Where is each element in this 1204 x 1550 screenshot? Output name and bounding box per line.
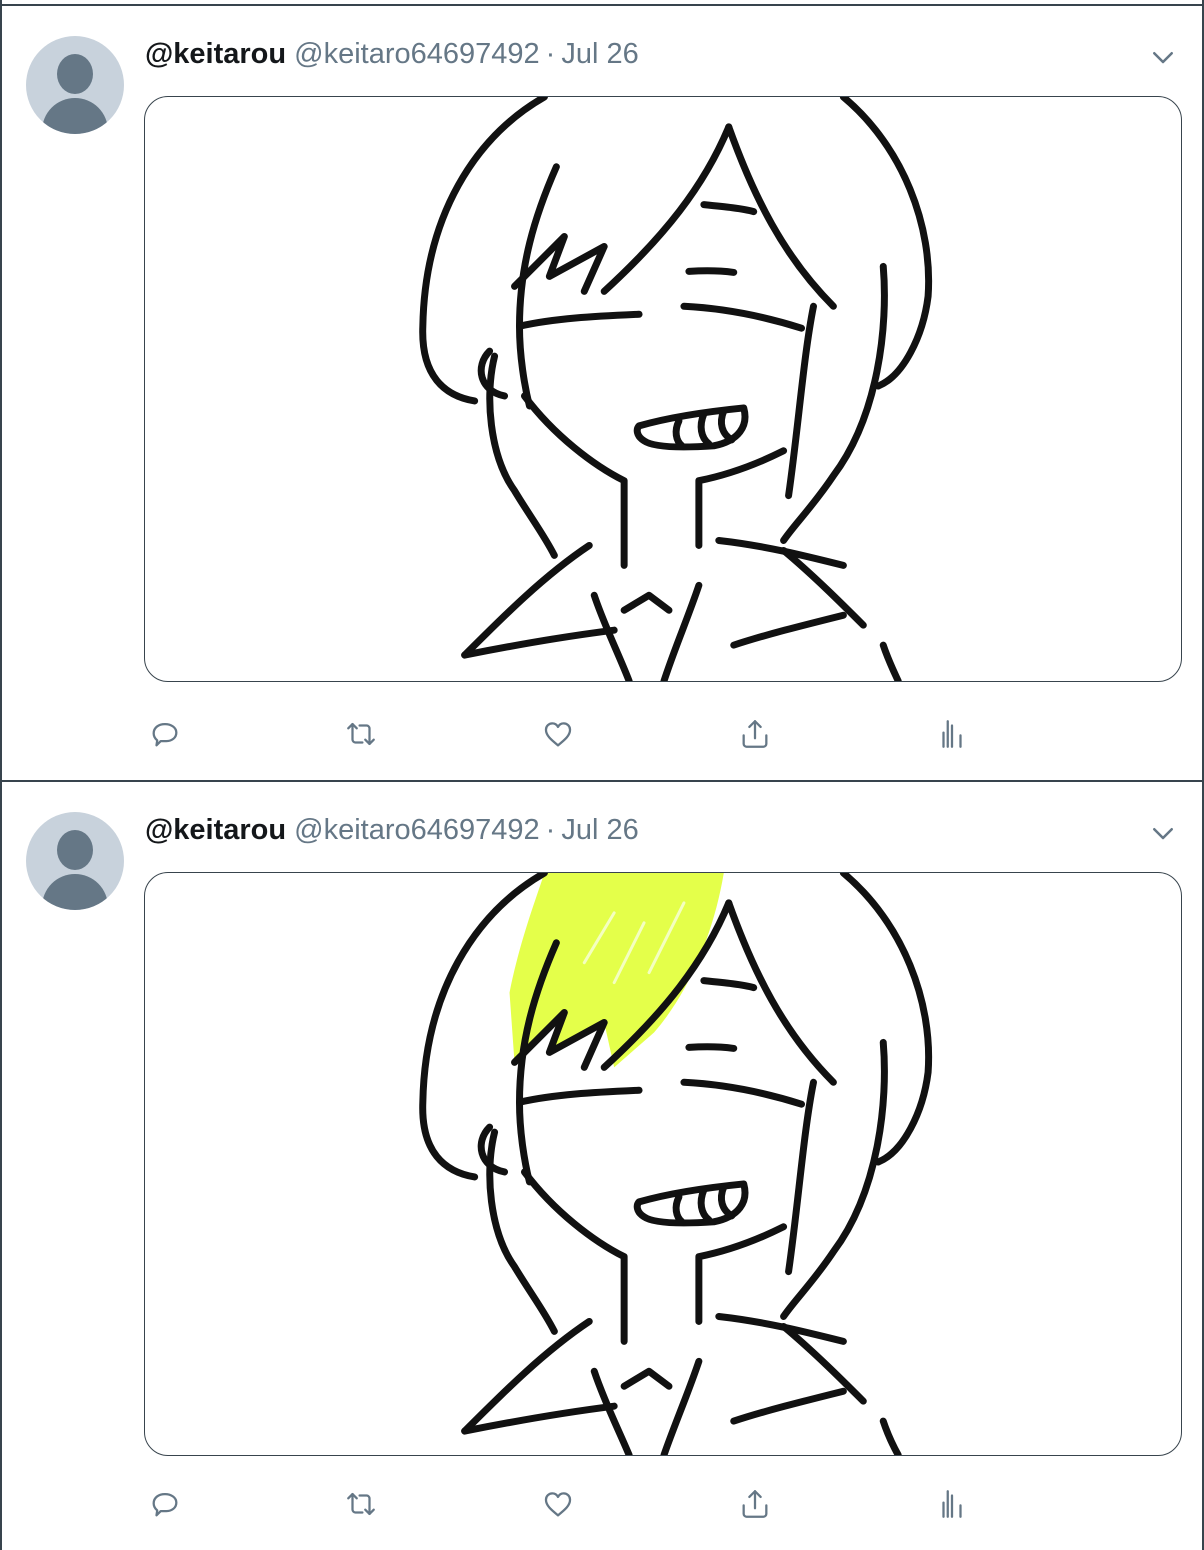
avatar-body-shape [42,874,108,910]
separator-dot: · [545,38,556,70]
drawing-colored-bangs-image [419,873,933,1455]
retweet-button[interactable] [341,1484,381,1524]
tweet-actions [145,714,1045,754]
tweet[interactable]: @keitarou @keitaro64697492 · Jul 26 [2,782,1202,1550]
avatar[interactable] [26,36,124,134]
tweet[interactable]: @keitarou @keitaro64697492 · Jul 26 [2,6,1202,782]
display-name[interactable]: @keitarou [145,814,286,846]
share-button[interactable] [735,1484,775,1524]
drawing-line-art-image [419,97,933,681]
avatar-head-shape [57,830,93,870]
reply-button[interactable] [145,714,185,754]
avatar[interactable] [26,812,124,910]
chevron-down-icon[interactable] [1148,818,1178,848]
avatar-body-shape [42,98,108,134]
analytics-button[interactable] [932,714,972,754]
like-button[interactable] [538,714,578,754]
reply-icon [152,722,178,747]
analytics-icon [942,720,962,748]
user-handle[interactable]: @keitaro64697492 [294,814,540,846]
user-handle[interactable]: @keitaro64697492 [294,38,540,70]
retweet-button[interactable] [341,714,381,754]
tweet-header: @keitarou @keitaro64697492 · Jul 26 [145,36,639,72]
share-icon [742,720,768,748]
analytics-button[interactable] [932,1484,972,1524]
share-icon [742,1490,768,1518]
heart-icon [544,722,572,747]
reply-button[interactable] [145,1484,185,1524]
avatar-head-shape [57,54,93,94]
display-name[interactable]: @keitarou [145,38,286,70]
analytics-icon [942,1490,962,1518]
tweet-date[interactable]: Jul 26 [561,814,638,846]
chevron-down-icon[interactable] [1148,42,1178,72]
like-button[interactable] [538,1484,578,1524]
tweet-actions [145,1484,1045,1524]
tweet-feed: @keitarou @keitaro64697492 · Jul 26 @kei… [0,0,1204,1550]
tweet-date[interactable]: Jul 26 [561,38,638,70]
tweet-image[interactable] [144,872,1182,1456]
separator-dot: · [545,814,556,846]
tweet-header: @keitarou @keitaro64697492 · Jul 26 [145,812,639,848]
retweet-icon [347,722,375,746]
share-button[interactable] [735,714,775,754]
heart-icon [544,1492,572,1517]
reply-icon [152,1492,178,1517]
retweet-icon [347,1492,375,1516]
tweet-image[interactable] [144,96,1182,682]
